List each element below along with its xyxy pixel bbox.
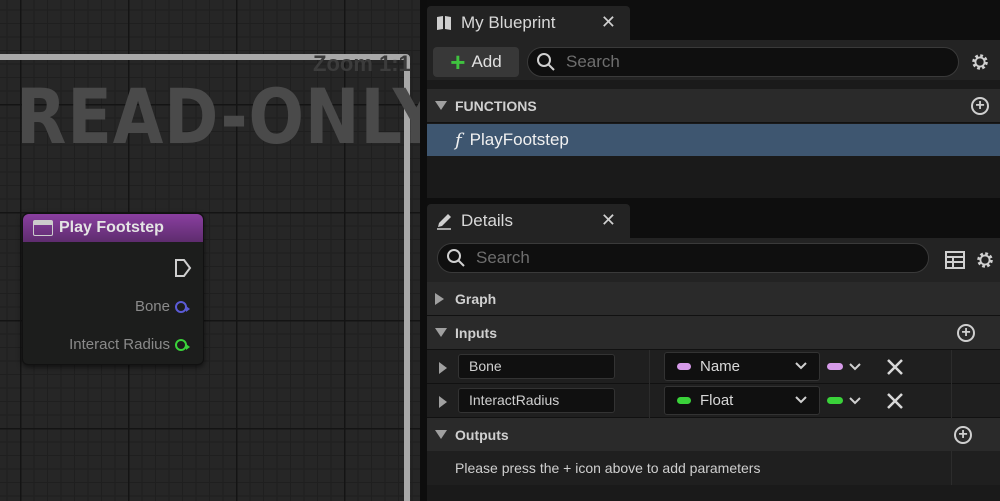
- column-divider: [649, 350, 650, 384]
- container-type-pill[interactable]: [827, 397, 843, 404]
- gear-icon[interactable]: [969, 51, 991, 73]
- my-blueprint-search[interactable]: [527, 47, 959, 77]
- column-divider: [951, 350, 952, 384]
- panel-splitter[interactable]: [420, 0, 427, 501]
- close-icon[interactable]: ✕: [601, 12, 616, 33]
- add-button[interactable]: + Add: [433, 47, 519, 77]
- chevron-down-icon: [795, 362, 807, 370]
- chevron-down-icon: [795, 396, 807, 404]
- function-icon: f: [455, 129, 462, 151]
- tab-strip: Details ✕: [427, 198, 1000, 238]
- param-type-label: Float: [700, 392, 734, 409]
- node-header[interactable]: Play Footstep: [23, 214, 203, 242]
- my-blueprint-panel: My Blueprint ✕ + Add FUNCTIONS + f PlayF: [427, 0, 1000, 198]
- section-title: Inputs: [455, 324, 497, 341]
- chevron-down-icon: [435, 430, 447, 439]
- add-input-icon[interactable]: +: [957, 324, 975, 342]
- add-output-icon[interactable]: +: [954, 426, 972, 444]
- my-blueprint-toolbar: + Add: [427, 40, 1000, 80]
- param-name-field[interactable]: InteractRadius: [458, 388, 615, 413]
- chevron-down-icon: [435, 328, 447, 337]
- section-title: FUNCTIONS: [455, 97, 537, 114]
- input-param-row: Bone Name: [427, 350, 1000, 384]
- chevron-right-icon: [435, 293, 444, 305]
- function-name: PlayFootstep: [469, 130, 569, 149]
- functions-section-header[interactable]: FUNCTIONS +: [427, 89, 1000, 123]
- tab-label: My Blueprint: [461, 13, 556, 32]
- column-divider: [951, 384, 952, 418]
- function-item-playfootstep[interactable]: f PlayFootstep: [427, 124, 1000, 156]
- chevron-down-icon[interactable]: [849, 363, 861, 371]
- param-type-dropdown[interactable]: Name: [664, 352, 820, 381]
- blueprint-graph-canvas[interactable]: Zoom 1:1 READ-ONLY Play Footstep Bone In…: [0, 0, 420, 501]
- details-toolbar: [427, 238, 1000, 282]
- node-pin-bone[interactable]: Bone: [134, 298, 190, 315]
- graph-section-header[interactable]: Graph: [427, 282, 1000, 316]
- type-color-pill: [677, 363, 691, 370]
- search-icon: [537, 53, 555, 71]
- chevron-right-icon[interactable]: [439, 396, 447, 408]
- section-title: Graph: [455, 290, 497, 307]
- tab-my-blueprint[interactable]: My Blueprint ✕: [427, 6, 630, 40]
- search-input[interactable]: [476, 248, 856, 268]
- outputs-message-text: Please press the + icon above to add par…: [455, 460, 761, 476]
- book-icon: [437, 16, 451, 30]
- tab-label: Details: [461, 211, 513, 230]
- inputs-section-header[interactable]: Inputs +: [427, 316, 1000, 350]
- type-color-pill: [677, 397, 691, 404]
- plus-icon: +: [450, 47, 466, 77]
- remove-param-icon[interactable]: [886, 358, 904, 376]
- read-only-watermark: READ-ONLY: [16, 72, 420, 161]
- section-title: Outputs: [455, 426, 509, 443]
- param-type-dropdown[interactable]: Float: [664, 386, 820, 415]
- add-label: Add: [471, 52, 502, 71]
- input-param-row: InteractRadius Float: [427, 384, 1000, 418]
- close-icon[interactable]: ✕: [601, 210, 616, 231]
- chevron-down-icon[interactable]: [849, 397, 861, 405]
- node-title: Play Footstep: [59, 219, 164, 236]
- chevron-right-icon[interactable]: [439, 362, 447, 374]
- search-input[interactable]: [566, 52, 946, 72]
- details-search[interactable]: [437, 243, 929, 273]
- node-pin-interact-radius[interactable]: Interact Radius: [69, 336, 190, 353]
- exec-pin-icon[interactable]: [173, 258, 193, 278]
- outputs-section-header[interactable]: Outputs +: [427, 418, 1000, 452]
- function-icon: [33, 220, 53, 236]
- pencil-icon: [437, 214, 451, 230]
- add-function-icon[interactable]: +: [971, 97, 989, 115]
- param-name-field[interactable]: Bone: [458, 354, 615, 379]
- outputs-empty-message: Please press the + icon above to add par…: [427, 451, 1000, 485]
- column-divider: [649, 384, 650, 418]
- details-panel: Details ✕ Graph: [427, 198, 1000, 501]
- pin-label: Interact Radius: [69, 336, 170, 353]
- param-type-label: Name: [700, 358, 741, 375]
- pin-label: Bone: [134, 298, 170, 315]
- play-footstep-node[interactable]: Play Footstep Bone Interact Radius: [22, 213, 204, 365]
- tab-strip: My Blueprint ✕: [427, 0, 1000, 40]
- chevron-down-icon: [435, 101, 447, 110]
- remove-param-icon[interactable]: [886, 392, 904, 410]
- column-divider: [951, 451, 952, 485]
- search-icon: [447, 249, 465, 267]
- pin-circle-icon[interactable]: [175, 338, 190, 351]
- tab-details[interactable]: Details ✕: [427, 204, 630, 238]
- gear-icon[interactable]: [974, 249, 996, 271]
- container-type-pill[interactable]: [827, 363, 843, 370]
- pin-circle-icon[interactable]: [175, 300, 190, 313]
- table-view-icon[interactable]: [944, 249, 966, 271]
